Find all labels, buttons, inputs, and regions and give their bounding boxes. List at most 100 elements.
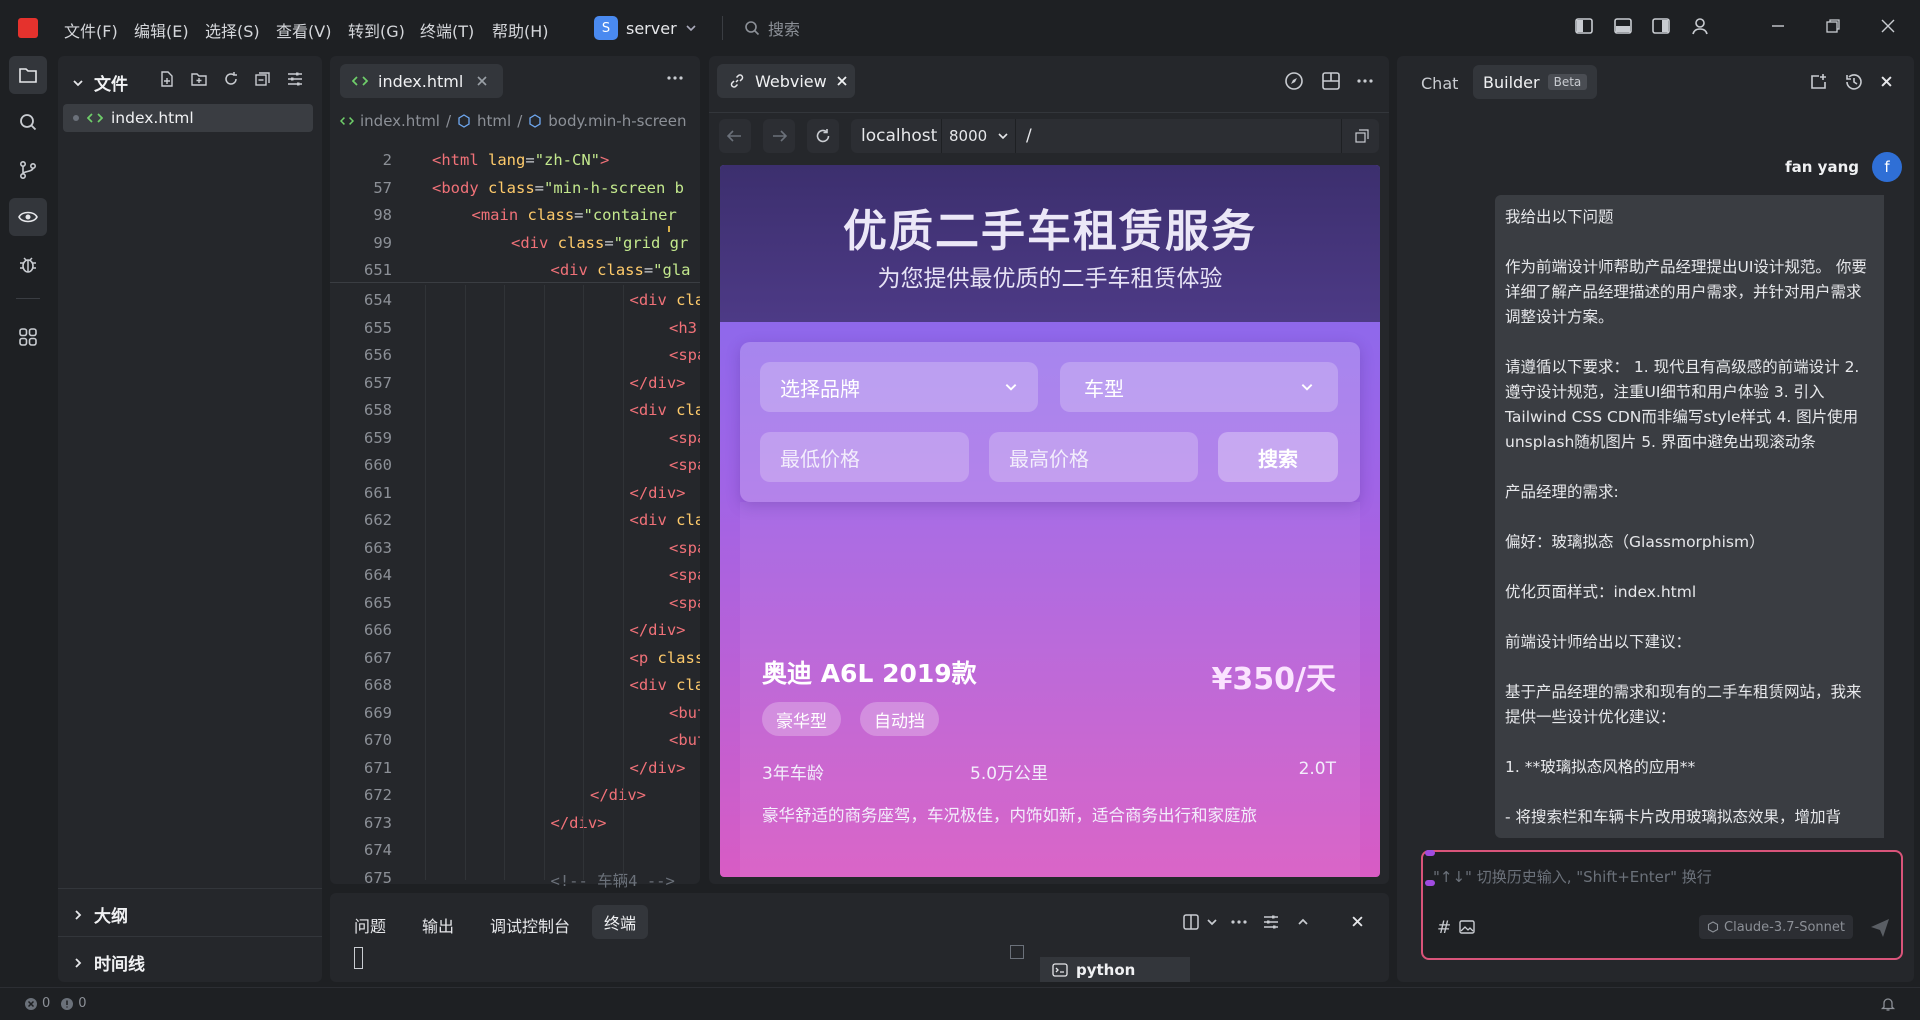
title-bar: 文件(F) 编辑(E) 选择(S) 查看(V) 转到(G) 终端(T) 帮助(H… xyxy=(0,0,1920,56)
git-branch-icon xyxy=(17,159,39,181)
toggle-bottom-panel-icon[interactable] xyxy=(1613,16,1633,36)
history-icon[interactable] xyxy=(1844,72,1864,92)
breadcrumb-body[interactable]: body.min-h-screen xyxy=(548,112,686,130)
code-token: "gla xyxy=(653,261,691,279)
line-number: 57 xyxy=(373,178,392,197)
extensions-activity[interactable] xyxy=(9,318,47,356)
close-panel-icon[interactable] xyxy=(1881,76,1892,87)
tab-debug-console[interactable]: 调试控制台 xyxy=(490,913,570,937)
close-tab-icon[interactable] xyxy=(837,76,847,86)
code-token: <div xyxy=(629,291,667,309)
more-actions-icon[interactable] xyxy=(666,75,684,81)
outline-section[interactable]: 大纲 xyxy=(72,902,128,927)
type-select[interactable]: 车型 xyxy=(1060,362,1338,412)
menu-edit[interactable]: 编辑(E) xyxy=(134,18,189,42)
code-line: <spa xyxy=(669,429,700,447)
message-paragraph: - 将搜索栏和车辆卡片改用玻璃拟态效果，增加背 xyxy=(1505,808,1842,826)
tab-label: index.html xyxy=(378,71,464,91)
line-number: 669 xyxy=(364,703,392,722)
split-layout-icon[interactable] xyxy=(1321,71,1341,91)
tab-terminal[interactable]: 终端 xyxy=(592,905,649,939)
address-bar[interactable]: localhost 8000 / xyxy=(851,119,1379,153)
menu-select[interactable]: 选择(S) xyxy=(205,18,260,42)
port-select[interactable]: 8000 xyxy=(949,127,1009,145)
collapse-all-icon[interactable] xyxy=(254,70,272,88)
workspace-switcher[interactable]: S server xyxy=(594,14,697,42)
problems-indicator[interactable]: 0 0 xyxy=(24,996,87,1011)
terminal-cursor xyxy=(354,947,363,969)
breadcrumb-file[interactable]: index.html xyxy=(360,112,440,130)
restore-icon[interactable] xyxy=(1825,18,1841,34)
bug-icon xyxy=(17,254,39,276)
tab-index-html[interactable]: index.html xyxy=(340,64,503,98)
close-panel-icon[interactable] xyxy=(1352,916,1363,927)
terminal-settings-icon[interactable] xyxy=(1262,913,1280,931)
max-price-input[interactable]: 最高价格 xyxy=(989,432,1198,482)
file-item-index-html[interactable]: index.html xyxy=(63,104,313,132)
explorer-activity[interactable] xyxy=(9,56,47,94)
code-line: <h3 xyxy=(669,319,697,337)
chevron-up-icon[interactable] xyxy=(1296,916,1310,928)
notifications-icon[interactable] xyxy=(1880,996,1896,1012)
tab-webview[interactable]: Webview xyxy=(717,64,855,98)
new-file-icon[interactable] xyxy=(158,70,176,88)
search-button[interactable]: 搜索 xyxy=(1218,432,1338,482)
address-host: localhost xyxy=(861,126,938,146)
forward-button[interactable] xyxy=(763,119,795,153)
tab-chat[interactable]: Chat xyxy=(1421,74,1458,93)
code-token: <spa xyxy=(669,593,700,612)
code-token: class xyxy=(648,648,701,667)
new-chat-icon[interactable] xyxy=(1809,72,1829,92)
menu-terminal[interactable]: 终端(T) xyxy=(420,18,474,42)
tab-problems[interactable]: 问题 xyxy=(354,913,386,937)
toggle-left-panel-icon[interactable] xyxy=(1574,16,1594,36)
hash-icon[interactable]: # xyxy=(1437,918,1451,938)
back-button[interactable] xyxy=(719,119,751,153)
brand-select[interactable]: 选择品牌 xyxy=(760,362,1038,412)
open-external-icon[interactable] xyxy=(1355,129,1369,143)
explorer-header[interactable]: 文件 xyxy=(72,70,128,95)
min-price-input[interactable]: 最低价格 xyxy=(760,432,969,482)
code-token: </div> xyxy=(629,373,686,392)
refresh-icon[interactable] xyxy=(222,70,240,88)
timeline-title: 时间线 xyxy=(94,955,145,975)
breadcrumb-html[interactable]: html xyxy=(477,112,511,130)
global-search[interactable]: 搜索 xyxy=(744,16,800,40)
close-tab-icon[interactable] xyxy=(477,76,487,86)
toggle-right-panel-icon[interactable] xyxy=(1651,16,1671,36)
explorer-panel: 文件 index.html 大纲 时间线 xyxy=(58,56,322,982)
source-control-activity[interactable] xyxy=(9,151,47,189)
search-activity[interactable] xyxy=(9,103,47,141)
image-icon[interactable] xyxy=(1459,919,1475,935)
tab-builder[interactable]: Builder Beta xyxy=(1473,65,1598,99)
search-panel: 选择品牌 车型 最低价格 最高价格 搜索 xyxy=(740,342,1360,502)
app-logo xyxy=(18,18,38,38)
model-select[interactable]: Claude-3.7-Sonnet xyxy=(1699,915,1853,939)
code-line: <spa xyxy=(669,566,700,584)
menu-view[interactable]: 查看(V) xyxy=(276,18,331,42)
account-icon[interactable] xyxy=(1690,16,1710,36)
chevron-down-icon[interactable] xyxy=(1206,916,1218,928)
send-icon[interactable] xyxy=(1869,916,1891,938)
compass-icon[interactable] xyxy=(1284,71,1304,91)
line-number: 99 xyxy=(373,233,392,252)
chat-input[interactable]: "↑↓" 切换历史输入, "Shift+Enter" 换行 # Claude-3… xyxy=(1421,850,1903,960)
tab-output[interactable]: 输出 xyxy=(422,913,454,937)
close-window-icon[interactable] xyxy=(1880,18,1896,34)
preview-activity[interactable] xyxy=(9,198,47,236)
menu-goto[interactable]: 转到(G) xyxy=(348,18,405,42)
settings-sliders-icon[interactable] xyxy=(286,70,304,88)
debug-activity[interactable] xyxy=(9,246,47,284)
menu-help[interactable]: 帮助(H) xyxy=(492,18,549,42)
timeline-section[interactable]: 时间线 xyxy=(72,950,145,975)
line-number: 661 xyxy=(364,483,392,502)
minimize-icon[interactable] xyxy=(1770,18,1786,34)
more-actions-icon[interactable] xyxy=(1356,78,1374,84)
terminal-instance-python[interactable]: python xyxy=(1040,957,1190,982)
new-folder-icon[interactable] xyxy=(190,70,208,88)
more-actions-icon[interactable] xyxy=(1230,919,1248,925)
menu-file[interactable]: 文件(F) xyxy=(64,18,118,42)
split-terminal-icon[interactable] xyxy=(1182,913,1200,931)
reload-button[interactable] xyxy=(807,119,839,153)
car-card[interactable]: 奥迪 A6L 2019款 ¥350/天 豪华型 自动挡 3年车龄 5.0万公里 … xyxy=(740,502,1360,877)
